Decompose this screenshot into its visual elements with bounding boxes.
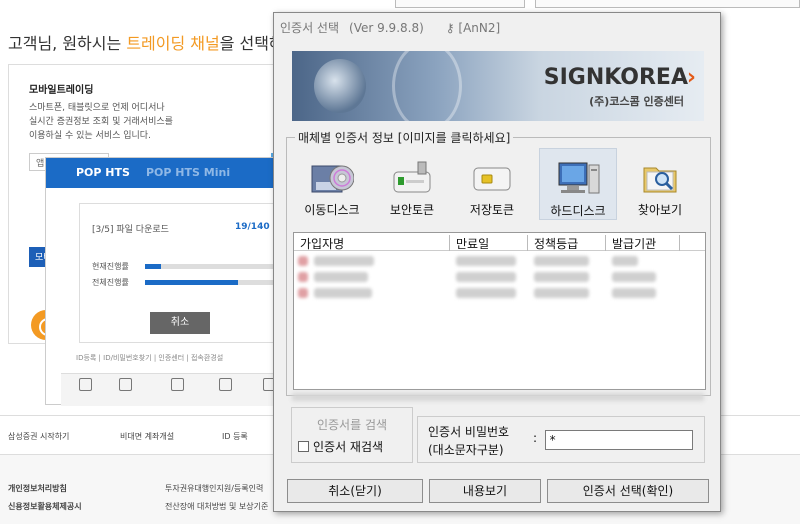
cancel-close-button[interactable]: 취소(닫기) <box>287 479 423 503</box>
media-group-title: 매체별 인증서 정보 [이미지를 클릭하세요] <box>295 129 514 146</box>
add-icon[interactable] <box>219 378 232 391</box>
greeting-text: 고객님, 원하시는 트레이딩 채널을 선택해 <box>8 34 284 53</box>
media-label: 저장토큰 <box>469 203 515 217</box>
certificate-list[interactable]: 가입자명 만료일 정책등급 발급기관 <box>293 232 706 390</box>
column-header-issuer[interactable]: 발급기관 <box>606 235 680 251</box>
search-certificate-button[interactable]: 인증서를 검색 <box>302 416 402 434</box>
media-security-token[interactable]: 보안토큰 <box>373 148 451 220</box>
certificate-row[interactable] <box>294 269 705 285</box>
hts-progress-panel: [3/5] 파일 다운로드 19/140 현재진행률 전체진행률 취소 <box>79 203 279 343</box>
hts-links[interactable]: ID등록 | ID/비밀번호찾기 | 인증센터 | 접속환경설 <box>76 353 223 363</box>
current-progress-label: 현재진행률 <box>92 262 129 271</box>
monitor-icon[interactable] <box>79 378 92 391</box>
greeting-highlight: 트레이딩 채널 <box>126 34 220 53</box>
agent-link[interactable]: 투자권유대행인지원/등록인력 <box>165 483 263 494</box>
certificate-row[interactable] <box>294 253 705 269</box>
total-progress-label: 전체진행률 <box>92 278 129 287</box>
list-header: 가입자명 만료일 정책등급 발급기관 <box>294 233 705 251</box>
remote-icon[interactable] <box>119 378 132 391</box>
media-label: 이동디스크 <box>304 203 360 217</box>
hts-icon-bar <box>61 373 279 406</box>
hts-cancel-button[interactable]: 취소 <box>150 312 210 334</box>
top-bar <box>395 0 800 8</box>
column-header-subscriber[interactable]: 가입자명 <box>294 235 450 251</box>
view-contents-button[interactable]: 내용보기 <box>429 479 541 503</box>
outage-link[interactable]: 전산장애 대처방법 및 보상기준 <box>165 501 268 512</box>
hard-disk-icon <box>558 162 600 194</box>
total-progress-bar <box>145 280 278 285</box>
current-progress-bar <box>145 264 278 269</box>
hts-mini-title: POP HTS Mini <box>146 166 231 179</box>
hts-header: POP HTS POP HTS Mini <box>46 158 277 188</box>
media-label: 하드디스크 <box>550 204 606 218</box>
signkorea-banner: SIGNKOREA › (주)코스콤 인증센터 <box>292 51 704 121</box>
media-browse[interactable]: 찾아보기 <box>621 148 699 220</box>
vault-image <box>314 59 366 113</box>
password-case-label: (대소문자구분) <box>428 443 504 457</box>
version-label: (Ver 9.9.8.8) <box>349 21 424 35</box>
privacy-link[interactable]: 개인정보처리방침 <box>8 483 67 494</box>
password-input[interactable]: * <box>545 430 693 450</box>
media-label: 보안토큰 <box>389 203 435 217</box>
media-removable-disk[interactable]: 이동디스크 <box>293 148 371 220</box>
signkorea-logo: SIGNKOREA <box>543 65 688 90</box>
top-bar-box <box>395 0 525 8</box>
media-storage-token[interactable]: 저장토큰 <box>453 148 531 220</box>
password-colon: : <box>533 431 538 445</box>
media-label: 찾아보기 <box>637 203 683 217</box>
koscom-label: (주)코스콤 인증센터 <box>589 95 684 108</box>
column-header-policy[interactable]: 정책등급 <box>528 235 606 251</box>
logo-arrow-icon: › <box>686 65 696 90</box>
credit-link[interactable]: 신용정보활용체제공시 <box>8 501 82 512</box>
select-certificate-button[interactable]: 인증서 선택(확인) <box>547 479 709 503</box>
search-box: 인증서를 검색 인증서 재검색 <box>291 407 413 463</box>
card-title: 모바일트레이딩 <box>29 85 94 96</box>
footer-link[interactable]: 비대면 계좌개설 <box>120 431 174 442</box>
removable-disk-icon <box>311 165 354 193</box>
footer-link[interactable]: ID 등록 <box>222 431 248 442</box>
download-file-label: [3/5] 파일 다운로드 <box>92 225 169 235</box>
card-description: 스마트폰, 태블릿으로 언제 어디서나 실시간 증권정보 조회 및 거래서비스를… <box>29 103 173 141</box>
media-group: 매체별 인증서 정보 [이미지를 클릭하세요] 이동디스크 보안토큰 저장토큰 … <box>286 129 711 396</box>
certificate-dialog: 인증서 선택 (Ver 9.9.8.8) ⚷ [AnN2] SIGNKOREA › … <box>273 12 721 512</box>
recheck-option[interactable]: 인증서 재검색 <box>298 438 383 455</box>
hts-download-window: POP HTS POP HTS Mini [3/5] 파일 다운로드 19/14… <box>45 157 279 406</box>
hts-title: POP HTS <box>76 166 130 179</box>
certificate-detail-blurred <box>292 393 704 401</box>
key-label: ⚷ [AnN2] <box>445 21 501 35</box>
media-hard-disk[interactable]: 하드디스크 <box>539 148 617 220</box>
vault-ring <box>392 51 462 121</box>
footer-link[interactable]: 삼성증권 시작하기 <box>8 431 69 442</box>
download-count: 19/140 <box>235 222 270 232</box>
certificate-row[interactable] <box>294 285 705 301</box>
dialog-title: 인증서 선택 (Ver 9.9.8.8) ⚷ [AnN2] <box>280 21 501 35</box>
help-icon[interactable] <box>171 378 184 391</box>
column-header-expiry[interactable]: 만료일 <box>450 235 528 251</box>
browse-icon <box>643 167 677 193</box>
security-token-icon <box>393 161 431 193</box>
top-bar-box <box>535 0 800 8</box>
password-label: 인증서 비밀번호 <box>428 425 510 439</box>
storage-token-icon <box>473 167 511 191</box>
password-box: 인증서 비밀번호 (대소문자구분) : * <box>417 416 705 463</box>
recheck-checkbox[interactable] <box>298 441 309 452</box>
